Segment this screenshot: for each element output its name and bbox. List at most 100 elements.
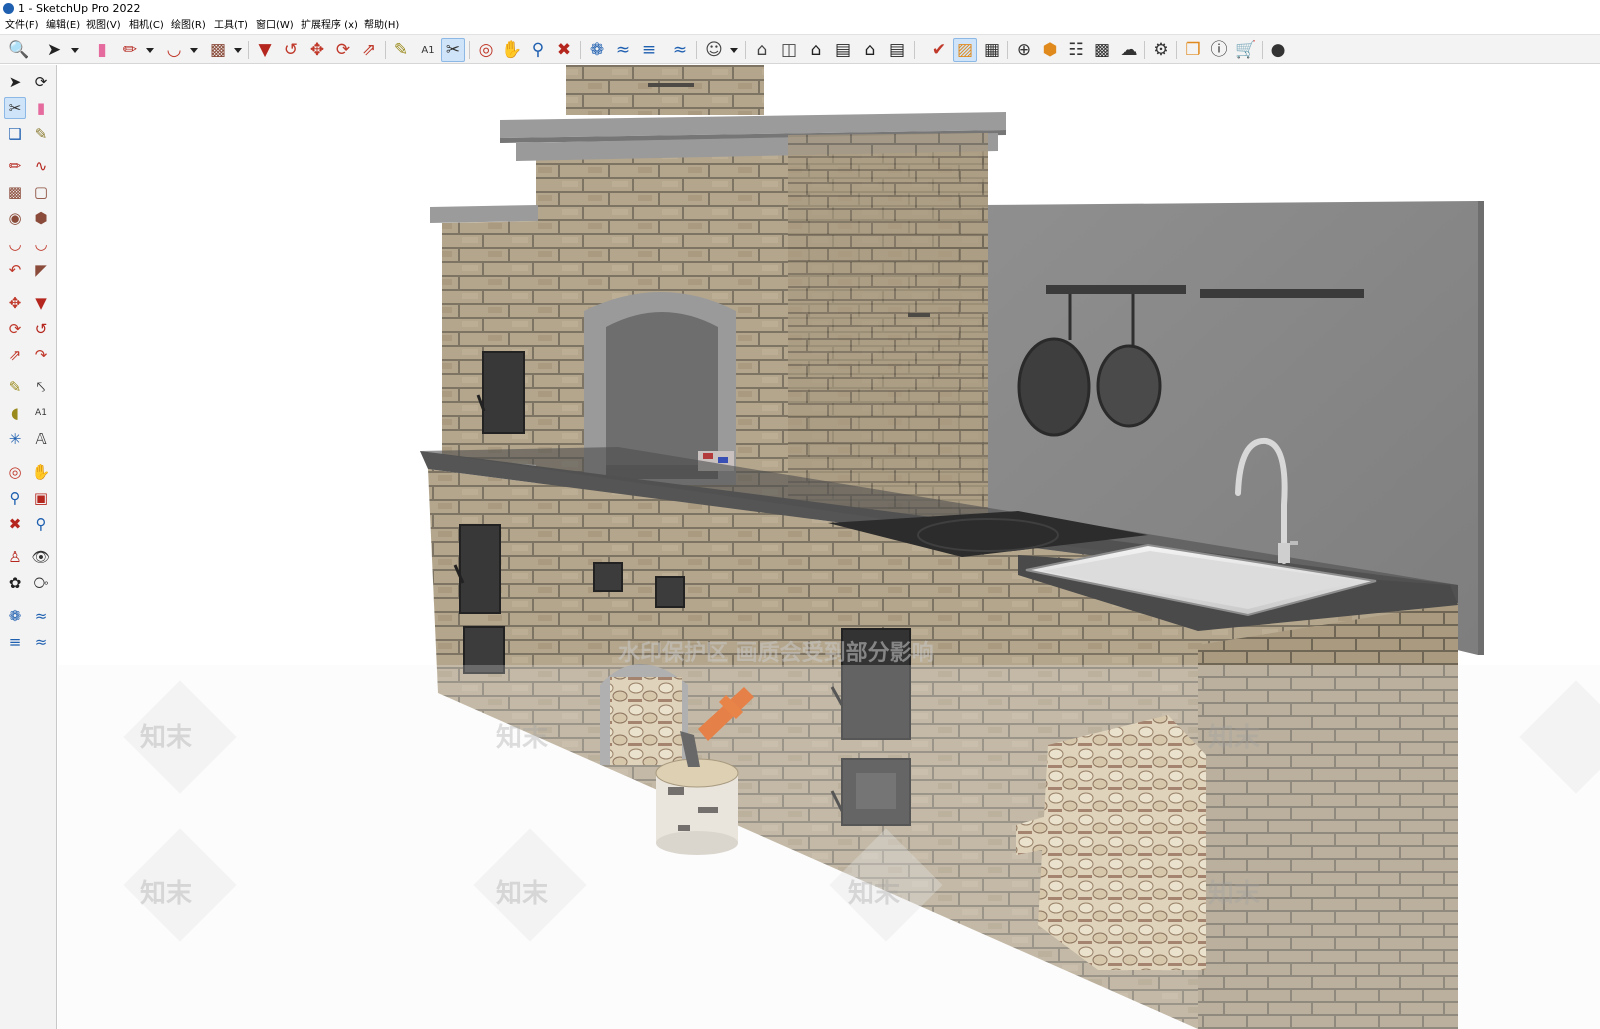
zoom-window-icon[interactable]: ▣ [30, 487, 52, 509]
model-viewport[interactable]: 知末 知末 知末 知末 知末 知末 知末 水印保护区 画质会受到部分影响 [58, 65, 1600, 1029]
follow-me-icon[interactable]: ↺ [30, 318, 52, 340]
tape-measure-icon[interactable]: ✎ [389, 38, 413, 62]
user-icon[interactable]: ☺ [702, 38, 726, 62]
freehand-icon[interactable]: ∿ [30, 155, 52, 177]
three-point-arc-icon[interactable]: ↶ [4, 259, 26, 281]
line-icon[interactable]: ✏ [4, 155, 26, 177]
user-dropdown-icon[interactable] [730, 48, 738, 53]
walk-icon[interactable]: ✿ [4, 572, 26, 594]
move-icon[interactable]: ✥ [305, 38, 329, 62]
left-view-icon[interactable]: ▤ [885, 38, 909, 62]
toolbar-separator [696, 41, 697, 59]
sandbox-from-contours-icon[interactable]: ❁ [585, 38, 609, 62]
smoove-icon[interactable]: ≡ [4, 631, 26, 653]
extension-warehouse-icon[interactable]: ▩ [1090, 38, 1114, 62]
right-view-icon[interactable]: ▤ [831, 38, 855, 62]
section-plane-icon[interactable]: ⧂ [30, 572, 52, 594]
eraser-icon[interactable]: ▮ [90, 38, 114, 62]
zoom-glass-icon[interactable]: ⚲ [526, 38, 550, 62]
move-icon[interactable]: ✥ [4, 292, 26, 314]
menu-camera[interactable]: 相机(C) [129, 18, 164, 34]
shop-icon[interactable]: 🛒 [1234, 38, 1258, 62]
arc-icon[interactable]: ◡ [162, 38, 186, 62]
push-pull-icon[interactable]: ▼ [30, 292, 52, 314]
pencil-dropdown-icon[interactable] [146, 48, 154, 53]
info-icon[interactable]: ⓘ [1207, 38, 1231, 62]
stamp-icon[interactable]: ≈ [668, 38, 692, 62]
menu-edit[interactable]: 编辑(E) [46, 18, 80, 34]
position-camera-icon[interactable]: ♙ [4, 546, 26, 568]
sandbox-from-scratch-icon[interactable]: ≈ [30, 605, 52, 627]
tag-icon[interactable]: ✎ [30, 123, 52, 145]
front-view-icon[interactable]: ⌂ [804, 38, 828, 62]
menu-window[interactable]: 窗口(W) [256, 18, 294, 34]
zoom-extents-icon[interactable]: ✖ [552, 38, 576, 62]
scale-icon[interactable]: ⇗ [4, 344, 26, 366]
menu-help[interactable]: 帮助(H) [364, 18, 399, 34]
zoom-extents-icon[interactable]: ✖ [4, 513, 26, 535]
add-location-icon[interactable]: ⊕ [1012, 38, 1036, 62]
section-display-icon[interactable]: ▦ [980, 38, 1004, 62]
menu-draw[interactable]: 绘图(R) [171, 18, 206, 34]
rotate-icon[interactable]: ⟳ [4, 318, 26, 340]
dimension-icon[interactable]: ⤣ [30, 376, 52, 398]
stamp-icon[interactable]: ≈ [30, 631, 52, 653]
menu-view[interactable]: 视图(V) [86, 18, 121, 34]
upload-icon[interactable]: ☁ [1117, 38, 1141, 62]
rectangle-dropdown-icon[interactable] [234, 48, 242, 53]
look-around-icon[interactable]: 👁 [30, 546, 52, 568]
push-pull-icon[interactable]: ▼ [253, 38, 277, 62]
pan-icon[interactable]: ✋ [30, 461, 52, 483]
zoom-glass-icon[interactable]: ⚲ [4, 487, 26, 509]
3d-text-icon[interactable]: 𝔸 [30, 428, 52, 450]
polygon-icon[interactable]: ⬢ [30, 207, 52, 229]
paint-bucket-icon[interactable]: ✂ [4, 97, 26, 119]
text-icon[interactable]: A1 [30, 402, 52, 424]
sandbox-from-contours-icon[interactable]: ❁ [4, 605, 26, 627]
follow-me-icon[interactable]: ↺ [279, 38, 303, 62]
iso-view-icon[interactable]: ⌂ [750, 38, 774, 62]
tape-measure-icon[interactable]: ✎ [4, 376, 26, 398]
circle-icon[interactable]: ◉ [4, 207, 26, 229]
paint-bucket-icon[interactable]: ✂ [441, 38, 465, 62]
arc-dropdown-icon[interactable] [190, 48, 198, 53]
back-view-icon[interactable]: ⌂ [858, 38, 882, 62]
two-point-arc-icon[interactable]: ◡ [30, 233, 52, 255]
scale-icon[interactable]: ⇗ [357, 38, 381, 62]
extension-manager-icon[interactable]: ⚙ [1149, 38, 1173, 62]
protractor-icon[interactable]: ◖ [4, 402, 26, 424]
rotate-icon[interactable]: ⟳ [331, 38, 355, 62]
select-icon[interactable]: ➤ [4, 71, 26, 93]
layout-icon[interactable]: ❐ [1181, 38, 1205, 62]
top-view-icon[interactable]: ◫ [777, 38, 801, 62]
rotated-rectangle-icon[interactable]: ▢ [30, 181, 52, 203]
section-plane-icon[interactable]: ▨ [953, 38, 977, 62]
lasso-icon[interactable]: ⟳ [30, 71, 52, 93]
smoove-icon[interactable]: ≡ [637, 38, 661, 62]
pan-icon[interactable]: ✋ [500, 38, 524, 62]
select-dropdown-icon[interactable] [71, 48, 79, 53]
solid-tools-icon[interactable]: ✔ [927, 38, 951, 62]
menu-tools[interactable]: 工具(T) [214, 18, 248, 34]
model-info-icon[interactable]: ⬢ [1038, 38, 1062, 62]
component-icon[interactable]: ❑ [4, 123, 26, 145]
text-icon[interactable]: A1 [416, 38, 440, 62]
rectangle-icon[interactable]: ▩ [4, 181, 26, 203]
eraser-icon[interactable]: ▮ [30, 97, 52, 119]
select-icon[interactable]: ➤ [42, 38, 66, 62]
rectangle-icon[interactable]: ▩ [206, 38, 230, 62]
sandbox-from-scratch-icon[interactable]: ≈ [611, 38, 635, 62]
orbit-icon[interactable]: ◎ [474, 38, 498, 62]
menu-file[interactable]: 文件(F) [5, 18, 39, 34]
pencil-icon[interactable]: ✏ [118, 38, 142, 62]
offset-icon[interactable]: ↷ [30, 344, 52, 366]
zoom-icon[interactable]: 🔍 [7, 38, 31, 62]
axes-icon[interactable]: ✳ [4, 428, 26, 450]
arc-icon[interactable]: ◡ [4, 233, 26, 255]
3d-warehouse-icon[interactable]: ☷ [1064, 38, 1088, 62]
pie-icon[interactable]: ◤ [30, 259, 52, 281]
previous-view-icon[interactable]: ⚲ [30, 513, 52, 535]
account-icon[interactable]: ● [1266, 38, 1290, 62]
menu-extensions[interactable]: 扩展程序 (x) [301, 18, 358, 34]
orbit-icon[interactable]: ◎ [4, 461, 26, 483]
